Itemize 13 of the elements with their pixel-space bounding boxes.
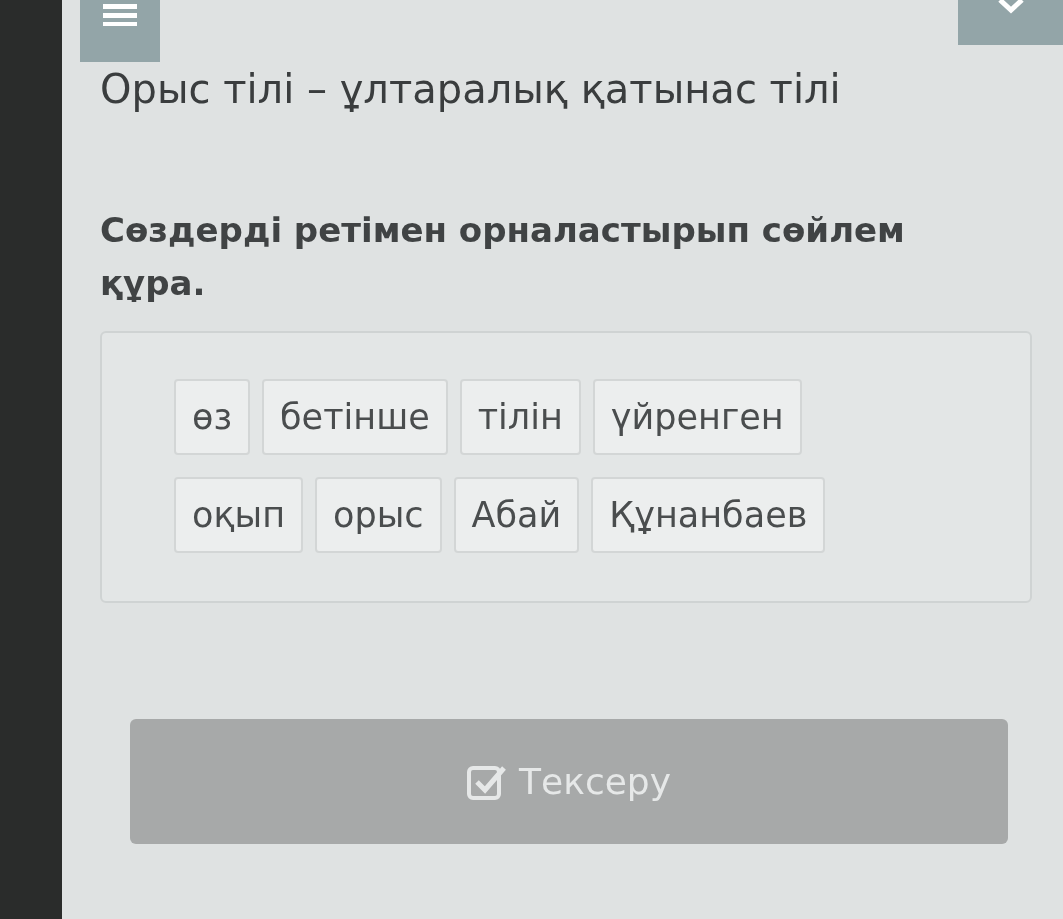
word-tile[interactable]: Абай	[453, 477, 580, 554]
word-tile[interactable]: оқып	[174, 477, 304, 554]
word-tile[interactable]: орыс	[315, 477, 442, 554]
word-tile[interactable]: бетінше	[262, 379, 448, 456]
word-tile[interactable]: үйренген	[592, 379, 802, 456]
word-tile[interactable]: өз	[174, 379, 251, 456]
lesson-title: Орыс тілі – ұлтаралық қатынас тілі	[100, 65, 842, 114]
checkbox-icon	[467, 763, 507, 800]
menu-button[interactable]	[80, 0, 160, 62]
menu-icon	[103, 4, 137, 26]
word-tile[interactable]: Құнанбаев	[591, 477, 826, 554]
word-tile[interactable]: тілін	[459, 379, 581, 456]
task-instruction: Сөздерді ретімен орналастырып сөйлем құра.	[100, 209, 906, 305]
